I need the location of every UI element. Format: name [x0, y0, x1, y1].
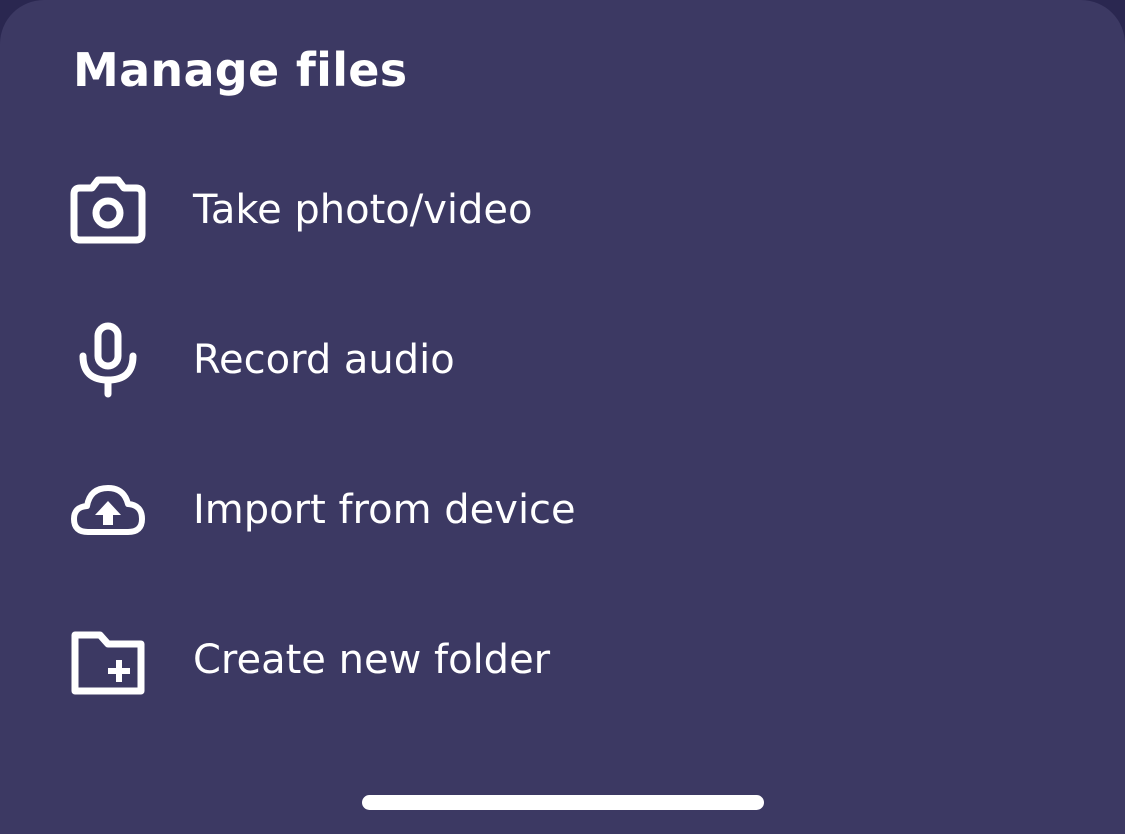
menu-item-record-audio[interactable]: Record audio: [0, 285, 1125, 435]
menu-item-create-new-folder[interactable]: Create new folder: [0, 585, 1125, 735]
manage-files-menu: Take photo/video Record audio Import fro…: [0, 135, 1125, 735]
sheet-title: Manage files: [73, 43, 408, 97]
camera-icon: [70, 172, 146, 248]
manage-files-sheet: Manage files Take photo/video Record aud…: [0, 0, 1125, 834]
menu-item-label: Import from device: [193, 487, 576, 533]
menu-item-label: Record audio: [193, 337, 455, 383]
cloud-upload-icon: [70, 472, 146, 548]
microphone-icon: [70, 322, 146, 398]
menu-item-import-from-device[interactable]: Import from device: [0, 435, 1125, 585]
folder-plus-icon: [70, 622, 146, 698]
menu-item-take-photo-video[interactable]: Take photo/video: [0, 135, 1125, 285]
menu-item-label: Create new folder: [193, 637, 551, 683]
home-indicator[interactable]: [362, 795, 764, 810]
menu-item-label: Take photo/video: [193, 187, 533, 233]
